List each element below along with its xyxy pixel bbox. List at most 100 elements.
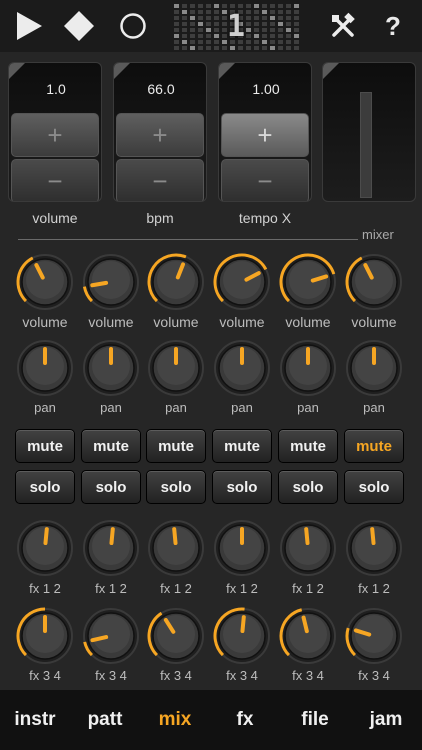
- channel-5-fx34-knob-graphic: [279, 608, 336, 664]
- record-button[interactable]: [110, 0, 156, 52]
- channel-3-solo-button[interactable]: solo: [146, 470, 206, 504]
- channel-1-pan-label: pan: [34, 400, 56, 415]
- channel-3-pan-knob[interactable]: [146, 338, 206, 398]
- nav-mix[interactable]: mix: [140, 690, 210, 750]
- stop-button[interactable]: [56, 0, 102, 52]
- channel-5-pan-knob-graphic: [280, 340, 336, 396]
- channel-6-fx34-knob[interactable]: [344, 606, 404, 666]
- channel-4-pan-label: pan: [231, 400, 253, 415]
- mixer-divider: [18, 239, 358, 240]
- channel-3-mute-button[interactable]: mute: [146, 429, 206, 463]
- channel-2-fx12-knob[interactable]: [81, 518, 141, 578]
- stop-icon: [64, 11, 94, 41]
- help-button[interactable]: ?: [372, 0, 414, 52]
- channel-2-volume-knob-graphic: [82, 254, 139, 310]
- channel-6-volume-knob-graphic: [345, 254, 402, 310]
- channel-4-pan-knob[interactable]: [212, 338, 272, 398]
- channel-3-fx12-knob[interactable]: [146, 518, 206, 578]
- channel-2-fx12-knob-graphic: [83, 520, 139, 576]
- channel-5-pan-knob[interactable]: [278, 338, 338, 398]
- channel-6-mute-button[interactable]: mute: [344, 429, 404, 463]
- channel-5-pan-label: pan: [297, 400, 319, 415]
- channel-5-fx12-label: fx 1 2: [292, 581, 324, 596]
- channel-3-fx34-knob[interactable]: [146, 606, 206, 666]
- channel-6-solo-button[interactable]: solo: [344, 470, 404, 504]
- master-volume-label: volume: [32, 210, 78, 226]
- channel-2-fx34-knob-graphic: [83, 608, 139, 664]
- play-icon: [17, 12, 42, 40]
- channel-6-pan-label: pan: [363, 400, 385, 415]
- tools-button[interactable]: [322, 0, 364, 52]
- channel-4-fx34-knob[interactable]: [212, 606, 272, 666]
- nav-fx[interactable]: fx: [210, 690, 280, 750]
- master-volume-value: 1.0: [46, 81, 66, 97]
- nav-instr[interactable]: instr: [0, 690, 70, 750]
- channel-6-pan-knob[interactable]: [344, 338, 404, 398]
- channel-3-fx12-knob-graphic: [148, 520, 204, 576]
- channel-5-solo-button[interactable]: solo: [278, 470, 338, 504]
- channel-1-fx34-label: fx 3 4: [29, 668, 61, 683]
- channel-2-pan-knob-graphic: [83, 340, 139, 396]
- channel-4-mute-button[interactable]: mute: [212, 429, 272, 463]
- channel-1-fx34-knob[interactable]: [15, 606, 75, 666]
- channel-1-volume-knob[interactable]: [15, 252, 75, 312]
- channel-6-fx12-label: fx 1 2: [358, 581, 390, 596]
- panel-corner: [9, 63, 25, 79]
- channel-3-volume-knob-graphic: [147, 253, 204, 310]
- channel-2-fx34-label: fx 3 4: [95, 668, 127, 683]
- channel-3-volume-knob[interactable]: [146, 252, 206, 312]
- channel-5-fx12-knob[interactable]: [278, 518, 338, 578]
- step-display: 1: [172, 2, 300, 50]
- channel-4-volume-knob[interactable]: [212, 252, 272, 312]
- volume-plus-button[interactable]: +: [11, 113, 99, 157]
- channel-4-solo-button[interactable]: solo: [212, 470, 272, 504]
- channel-2-volume-knob[interactable]: [81, 252, 141, 312]
- channel-2-pan-knob[interactable]: [81, 338, 141, 398]
- channel-5-volume-knob[interactable]: [278, 252, 338, 312]
- channel-5-mute-button[interactable]: mute: [278, 429, 338, 463]
- channel-1-fx12-label: fx 1 2: [29, 581, 61, 596]
- nav-patt[interactable]: patt: [70, 690, 140, 750]
- channel-3-volume-label: volume: [153, 314, 199, 330]
- channel-1-mute-button[interactable]: mute: [15, 429, 75, 463]
- tools-icon: [332, 12, 355, 37]
- bpm-plus-button[interactable]: +: [116, 113, 204, 157]
- bpm-value: 66.0: [147, 81, 175, 97]
- panel-corner: [114, 63, 130, 79]
- channel-1-solo-button[interactable]: solo: [15, 470, 75, 504]
- bpm-label: bpm: [146, 210, 174, 226]
- channel-5-volume-knob-graphic: [279, 253, 336, 310]
- channel-5-volume-label: volume: [285, 314, 331, 330]
- channel-4-fx34-knob-graphic: [213, 607, 270, 664]
- channel-2-fx34-knob[interactable]: [81, 606, 141, 666]
- nav-jam[interactable]: jam: [350, 690, 422, 750]
- mixer-section-label: mixer: [362, 227, 394, 242]
- channel-1-pan-knob[interactable]: [15, 338, 75, 398]
- channel-1-volume-label: volume: [22, 314, 68, 330]
- channel-1-fx12-knob[interactable]: [15, 518, 75, 578]
- volume-minus-button[interactable]: −: [11, 159, 99, 201]
- channel-6-fx34-knob-graphic: [345, 608, 402, 664]
- channel-1-volume-knob-graphic: [16, 254, 73, 310]
- channel-5-fx34-knob[interactable]: [278, 606, 338, 666]
- channel-3-pan-knob-graphic: [148, 340, 204, 396]
- channel-4-fx12-knob[interactable]: [212, 518, 272, 578]
- tempo-x-label: tempo X: [238, 210, 292, 226]
- nav-file[interactable]: file: [280, 690, 350, 750]
- channel-6-fx12-knob[interactable]: [344, 518, 404, 578]
- tempo-x-minus-button[interactable]: −: [221, 159, 309, 201]
- channel-4-fx34-label: fx 3 4: [226, 668, 258, 683]
- bpm-panel: 66.0 + −: [113, 62, 207, 202]
- channel-2-solo-button[interactable]: solo: [81, 470, 141, 504]
- channel-2-volume-label: volume: [88, 314, 134, 330]
- bpm-minus-button[interactable]: −: [116, 159, 204, 201]
- play-button[interactable]: [6, 0, 52, 52]
- channel-6-volume-knob[interactable]: [344, 252, 404, 312]
- channel-2-mute-button[interactable]: mute: [81, 429, 141, 463]
- channel-1-fx12-knob-graphic: [17, 520, 73, 576]
- channel-1-pan-knob-graphic: [17, 340, 73, 396]
- channel-5-fx12-knob-graphic: [280, 520, 336, 576]
- channel-6-fx34-label: fx 3 4: [358, 668, 390, 683]
- record-icon: [120, 13, 146, 39]
- tempo-x-plus-button[interactable]: +: [221, 113, 309, 157]
